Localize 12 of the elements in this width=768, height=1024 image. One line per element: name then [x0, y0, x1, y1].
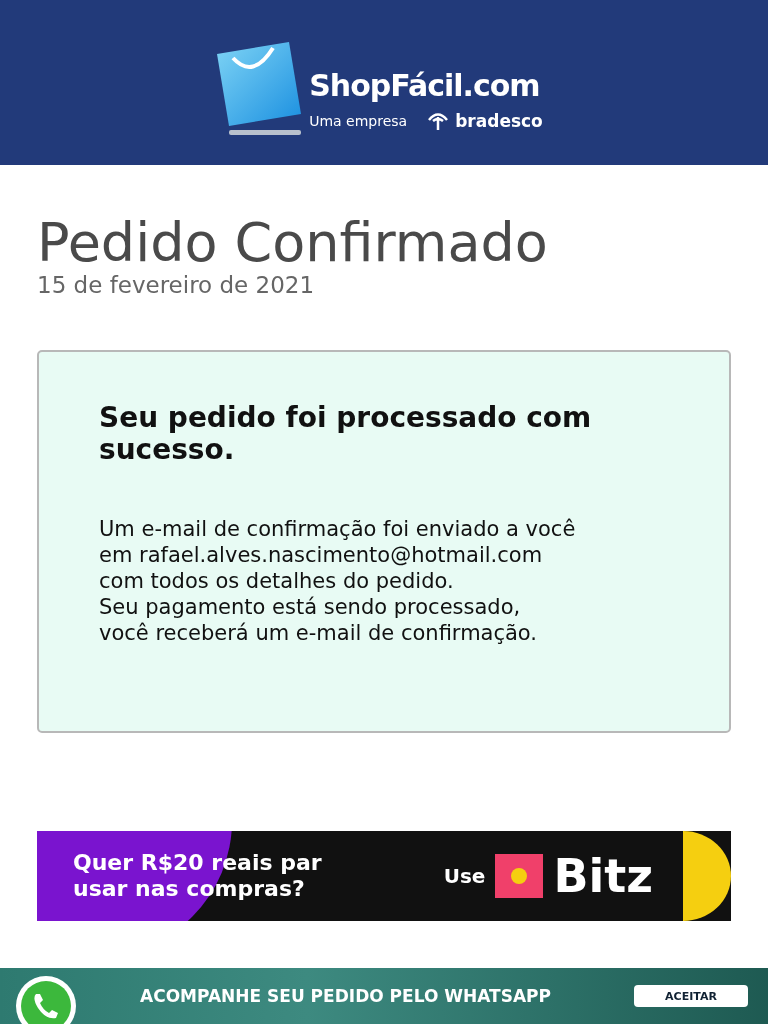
tagline: Uma empresa — [309, 112, 408, 129]
accept-button[interactable]: ACEITAR — [634, 985, 748, 1007]
whatsapp-prompt: ACOMPANHE SEU PEDIDO PELO WHATSAPP — [140, 986, 551, 1006]
dot-square-icon — [495, 853, 544, 898]
tree-icon — [427, 110, 450, 131]
partner-logo: bradesco — [455, 110, 543, 131]
ad-brand: Bitz — [553, 848, 653, 903]
confirmation-heading: Seu pedido foi processado com sucesso. — [99, 401, 593, 467]
phone-bubble-icon — [14, 974, 78, 1024]
brand-logo: ShopFácil.com — [309, 67, 541, 103]
ad-use-label: Use — [443, 863, 486, 888]
confirmation-message: Um e-mail de confirmação foi enviado a você em rafael.alves.nascimento@hotmail.com com todos os detalhes do pedido. Seu pagamento está sendo processado, você receberá um e-mail de confirmação. — [99, 516, 577, 647]
